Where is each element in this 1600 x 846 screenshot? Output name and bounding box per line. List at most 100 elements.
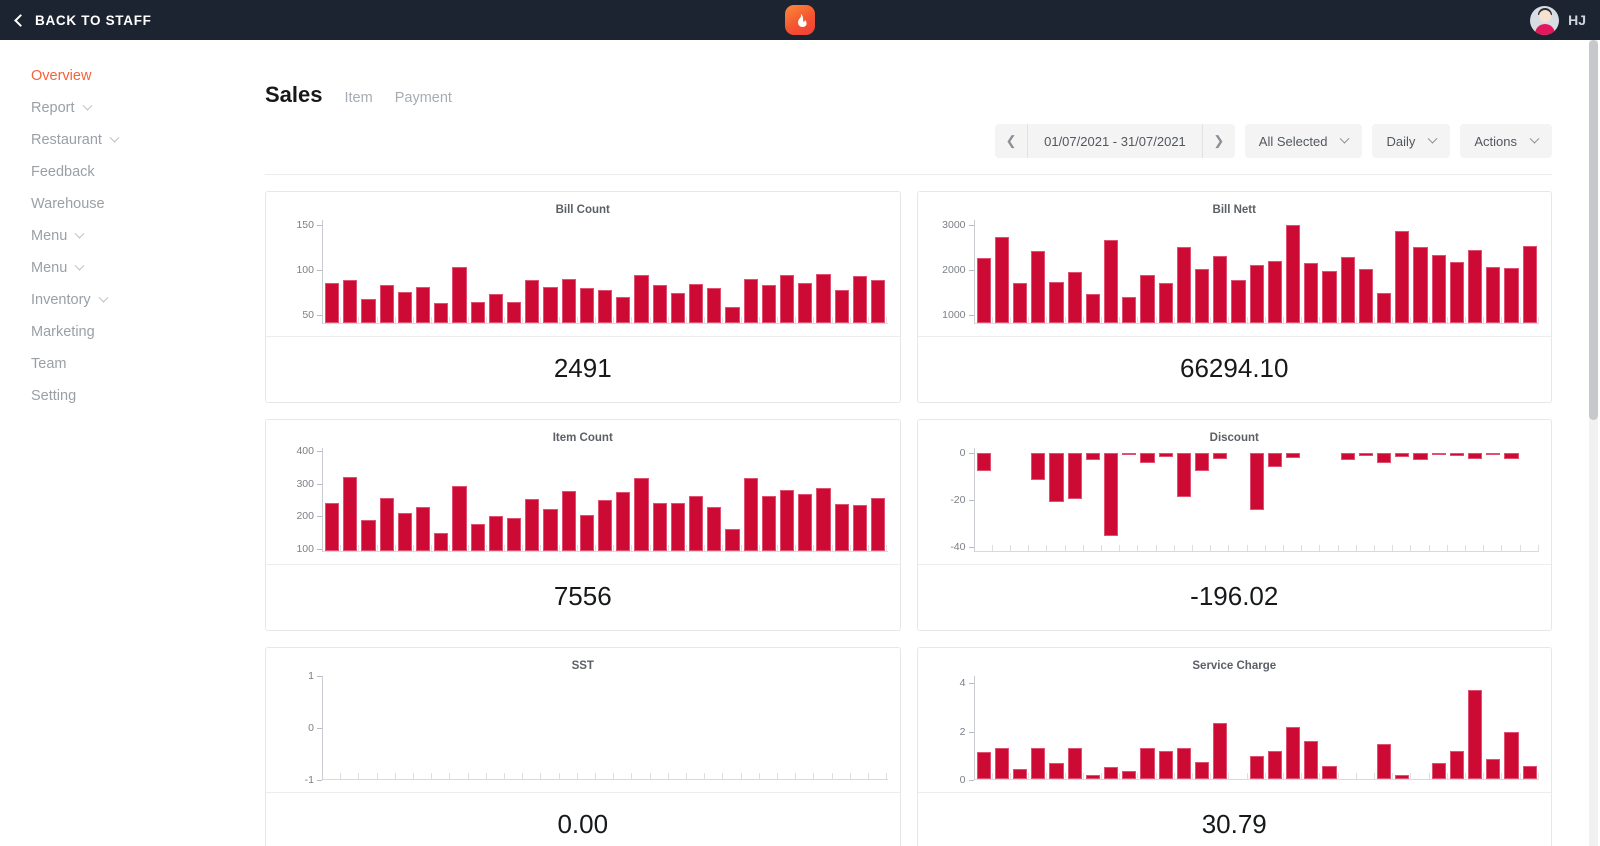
chart-bar-slot[interactable] xyxy=(541,676,560,780)
chart-bar-slot[interactable] xyxy=(486,220,506,324)
chart-bar-slot[interactable] xyxy=(832,220,852,324)
sidebar-item-restaurant[interactable]: Restaurant xyxy=(0,124,265,156)
chart-bar-slot[interactable] xyxy=(577,220,597,324)
chart-bar-slot[interactable] xyxy=(541,448,560,552)
sidebar-item-warehouse[interactable]: Warehouse xyxy=(0,188,265,220)
chart-bar-slot[interactable] xyxy=(687,676,706,780)
chart-bar-slot[interactable] xyxy=(1429,220,1448,324)
chart-bar-slot[interactable] xyxy=(468,676,488,780)
chart-bar-slot[interactable] xyxy=(723,676,742,780)
chart-bar-slot[interactable] xyxy=(1265,448,1285,552)
chart-bar-slot[interactable] xyxy=(1338,676,1357,780)
chart-bar-slot[interactable] xyxy=(687,220,706,324)
chart-bar-slot[interactable] xyxy=(650,220,670,324)
chart-bar-slot[interactable] xyxy=(1101,448,1121,552)
chart-bar-slot[interactable] xyxy=(814,220,833,324)
chart-bar-slot[interactable] xyxy=(723,448,742,552)
sidebar-item-menu-2[interactable]: Menu xyxy=(0,252,265,284)
interval-dropdown[interactable]: Daily xyxy=(1372,124,1451,158)
chart-bar-slot[interactable] xyxy=(796,448,815,552)
chart-bar-slot[interactable] xyxy=(1283,448,1303,552)
chart-bar-slot[interactable] xyxy=(377,448,397,552)
chart-bar-slot[interactable] xyxy=(323,448,342,552)
chart-bar-slot[interactable] xyxy=(974,448,993,552)
chart-bar-slot[interactable] xyxy=(323,676,342,780)
tab-item[interactable]: Item xyxy=(345,90,373,106)
chart-bar-slot[interactable] xyxy=(577,448,597,552)
chart-bar-slot[interactable] xyxy=(486,448,506,552)
chart-bar-slot[interactable] xyxy=(1156,220,1175,324)
chart-bar-slot[interactable] xyxy=(1138,220,1157,324)
chart-bar-slot[interactable] xyxy=(1484,220,1503,324)
chart-bar-slot[interactable] xyxy=(1429,448,1448,552)
chart-bar-slot[interactable] xyxy=(1265,220,1285,324)
user-menu[interactable]: HJ xyxy=(1530,5,1586,35)
chart-bar-slot[interactable] xyxy=(1320,220,1339,324)
chart-bar-slot[interactable] xyxy=(1047,676,1066,780)
chart-bar-slot[interactable] xyxy=(1520,676,1540,780)
chart-bar-slot[interactable] xyxy=(814,448,833,552)
chart-bar-slot[interactable] xyxy=(1283,676,1303,780)
chart-bar-slot[interactable] xyxy=(796,676,815,780)
chart-bar-slot[interactable] xyxy=(814,676,833,780)
chart-bar-slot[interactable] xyxy=(414,676,433,780)
chart-bar-slot[interactable] xyxy=(1174,676,1194,780)
chart-bar-slot[interactable] xyxy=(1247,220,1266,324)
chart-bar-slot[interactable] xyxy=(432,220,451,324)
chart-bar-slot[interactable] xyxy=(486,676,506,780)
chart-bar-slot[interactable] xyxy=(359,676,378,780)
chart-bar-slot[interactable] xyxy=(1338,220,1357,324)
chart-bar-slot[interactable] xyxy=(668,220,688,324)
chart-bar-slot[interactable] xyxy=(1156,676,1175,780)
chart-bar-slot[interactable] xyxy=(1101,676,1121,780)
chart-bar-slot[interactable] xyxy=(468,220,488,324)
chart-bar-slot[interactable] xyxy=(687,448,706,552)
chart-bar-slot[interactable] xyxy=(1465,448,1485,552)
chart-bar-slot[interactable] xyxy=(323,220,342,324)
chart-bar-slot[interactable] xyxy=(359,448,378,552)
date-range-label[interactable]: 01/07/2021 - 31/07/2021 xyxy=(1027,124,1203,158)
page-scrollbar-thumb[interactable] xyxy=(1589,40,1598,420)
chart-bar-slot[interactable] xyxy=(869,448,888,552)
chart-bar-slot[interactable] xyxy=(1156,448,1175,552)
chart-bar-slot[interactable] xyxy=(650,448,670,552)
chart-bar-slot[interactable] xyxy=(1047,448,1066,552)
chart-bar-slot[interactable] xyxy=(395,448,415,552)
sidebar-item-feedback[interactable]: Feedback xyxy=(0,156,265,188)
chart-bar-slot[interactable] xyxy=(1356,676,1376,780)
sidebar-item-report[interactable]: Report xyxy=(0,92,265,124)
chart-bar-slot[interactable] xyxy=(1302,676,1321,780)
chart-bar-slot[interactable] xyxy=(1429,676,1448,780)
chart-bar-slot[interactable] xyxy=(992,220,1012,324)
chart-bar-slot[interactable] xyxy=(974,220,993,324)
chart-bar-slot[interactable] xyxy=(759,220,779,324)
chart-bar-slot[interactable] xyxy=(705,676,724,780)
chart-bar-slot[interactable] xyxy=(632,448,651,552)
chart-bar-slot[interactable] xyxy=(395,676,415,780)
chart-bar-slot[interactable] xyxy=(1065,448,1084,552)
chart-bar-slot[interactable] xyxy=(1229,676,1248,780)
chart-bar-slot[interactable] xyxy=(1047,220,1066,324)
chart-bar-slot[interactable] xyxy=(1138,676,1157,780)
chart-bar-slot[interactable] xyxy=(723,220,742,324)
chart-bar-slot[interactable] xyxy=(1265,676,1285,780)
chart-bar-slot[interactable] xyxy=(1447,448,1467,552)
chart-bar-slot[interactable] xyxy=(1338,448,1357,552)
chart-bar-slot[interactable] xyxy=(1192,220,1212,324)
chart-bar-slot[interactable] xyxy=(614,448,633,552)
chart-bar-slot[interactable] xyxy=(414,448,433,552)
chart-bar-slot[interactable] xyxy=(1010,220,1030,324)
chart-bar-slot[interactable] xyxy=(1065,676,1084,780)
chart-bar-slot[interactable] xyxy=(1484,448,1503,552)
chart-bar-slot[interactable] xyxy=(869,220,888,324)
chart-bar-slot[interactable] xyxy=(1374,220,1394,324)
tab-payment[interactable]: Payment xyxy=(395,90,452,106)
chart-bar-slot[interactable] xyxy=(1211,448,1230,552)
chart-bar-slot[interactable] xyxy=(1120,448,1139,552)
chart-bar-slot[interactable] xyxy=(759,676,779,780)
chart-bar-slot[interactable] xyxy=(668,676,688,780)
chart-bar-slot[interactable] xyxy=(596,676,615,780)
chart-bar-slot[interactable] xyxy=(1356,220,1376,324)
chart-bar-slot[interactable] xyxy=(377,220,397,324)
app-logo-icon[interactable] xyxy=(785,5,815,35)
